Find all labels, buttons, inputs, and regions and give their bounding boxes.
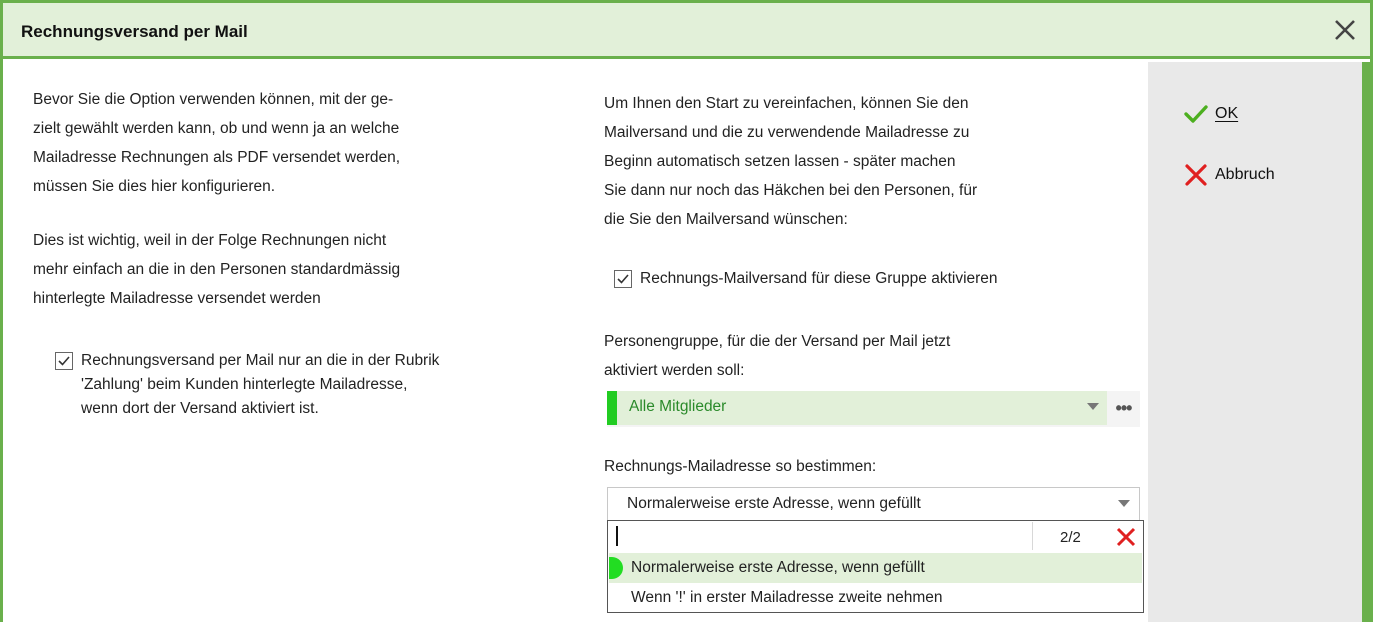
ok-button[interactable]: OK [1183, 103, 1238, 125]
dropdown-result-count: 2/2 [1060, 529, 1081, 546]
panel-border [1362, 62, 1370, 622]
text-line: Personengruppe, für die der Versand per … [604, 333, 951, 350]
person-group-value: Alle Mitglieder [629, 398, 727, 415]
cancel-button[interactable]: Abbruch [1183, 164, 1275, 186]
text-line: Bevor Sie die Option verwenden können, m… [33, 91, 394, 108]
payment-mail-only-checkbox[interactable] [55, 352, 73, 370]
mail-address-label: Rechnungs-Mailadresse so bestimmen: [604, 458, 877, 475]
dialog: Rechnungsversand per Mail Bevor Sie die … [0, 0, 1373, 622]
person-group-select[interactable]: Alle Mitglieder [607, 391, 1140, 427]
dropdown-search-input[interactable] [609, 522, 1029, 550]
text-line: Rechnungsversand per Mail nur an die in … [81, 352, 440, 369]
option-label: Wenn '!' in erster Mailadresse zweite ne… [631, 589, 943, 606]
text-line: hinterlegte Mailadresse versendet werden [33, 290, 321, 307]
selection-marker [609, 557, 623, 579]
cancel-x-icon [1183, 164, 1209, 186]
group-mail-activate-label: Rechnungs-Mailversand für diese Gruppe a… [640, 270, 998, 287]
text-line: Sie dann nur noch das Häkchen bei den Pe… [604, 182, 978, 199]
group-mail-activate-checkbox[interactable] [614, 270, 632, 288]
text-line: Mailadresse Rechnungen als PDF versendet… [33, 149, 401, 166]
dropdown-option-selected[interactable]: Normalerweise erste Adresse, wenn gefüll… [609, 553, 1142, 583]
person-group-label: Personengruppe, für die der Versand per … [604, 327, 950, 385]
option-label: Normalerweise erste Adresse, wenn gefüll… [631, 559, 925, 576]
text-line: Um Ihnen den Start zu vereinfachen, könn… [604, 95, 969, 112]
text-line: 'Zahlung' beim Kunden hinterlegte Mailad… [81, 376, 408, 393]
text-line: müssen Sie dies hier konfigurieren. [33, 178, 276, 195]
payment-mail-only-checkbox-row[interactable]: Rechnungsversand per Mail nur an die in … [55, 349, 439, 421]
action-panel [1148, 62, 1362, 622]
text-line: mehr einfach an die in den Personen stan… [33, 261, 401, 278]
dropdown-option[interactable]: Wenn '!' in erster Mailadresse zweite ne… [609, 583, 1142, 613]
text-line: die Sie den Mailversand wünschen: [604, 211, 848, 228]
payment-mail-only-label: Rechnungsversand per Mail nur an die in … [81, 349, 439, 421]
text-line: aktiviert werden soll: [604, 362, 745, 379]
cancel-label: Abbruch [1215, 166, 1275, 183]
ok-label: OK [1215, 105, 1239, 122]
mail-address-dropdown: 2/2 Normalerweise erste Adresse, wenn ge… [607, 520, 1144, 613]
checkmark-icon [58, 356, 70, 366]
mail-address-value: Normalerweise erste Adresse, wenn gefüll… [627, 495, 921, 512]
left-warning-paragraph: Dies ist wichtig, weil in der Folge Rech… [33, 226, 400, 313]
text-line: zielt gewählt werden kann, ob und wenn j… [33, 120, 400, 137]
more-options-button[interactable]: ••• [1107, 391, 1140, 425]
dialog-title: Rechnungsversand per Mail [21, 22, 248, 41]
text-line: Dies ist wichtig, weil in der Folge Rech… [33, 232, 387, 249]
checkmark-icon [1183, 103, 1209, 125]
close-icon[interactable] [1330, 15, 1360, 45]
title-bar: Rechnungsversand per Mail [3, 3, 1370, 59]
mail-address-select[interactable]: Normalerweise erste Adresse, wenn gefüll… [607, 487, 1140, 521]
text-line: Mailversand und die zu verwendende Maila… [604, 124, 970, 141]
chevron-down-icon[interactable] [1118, 500, 1130, 507]
chevron-down-icon[interactable] [1087, 403, 1099, 410]
right-intro-paragraph: Um Ihnen den Start zu vereinfachen, könn… [604, 89, 977, 234]
group-mail-activate-checkbox-row[interactable]: Rechnungs-Mailversand für diese Gruppe a… [614, 267, 998, 291]
clear-search-icon[interactable] [1114, 525, 1138, 549]
text-cursor [616, 526, 618, 546]
person-group-field[interactable]: Alle Mitglieder [607, 391, 1107, 425]
text-line: wenn dort der Versand aktiviert ist. [81, 400, 319, 417]
checkmark-icon [617, 274, 629, 284]
left-intro-paragraph: Bevor Sie die Option verwenden können, m… [33, 85, 400, 201]
text-line: Beginn automatisch setzen lassen - späte… [604, 153, 956, 170]
